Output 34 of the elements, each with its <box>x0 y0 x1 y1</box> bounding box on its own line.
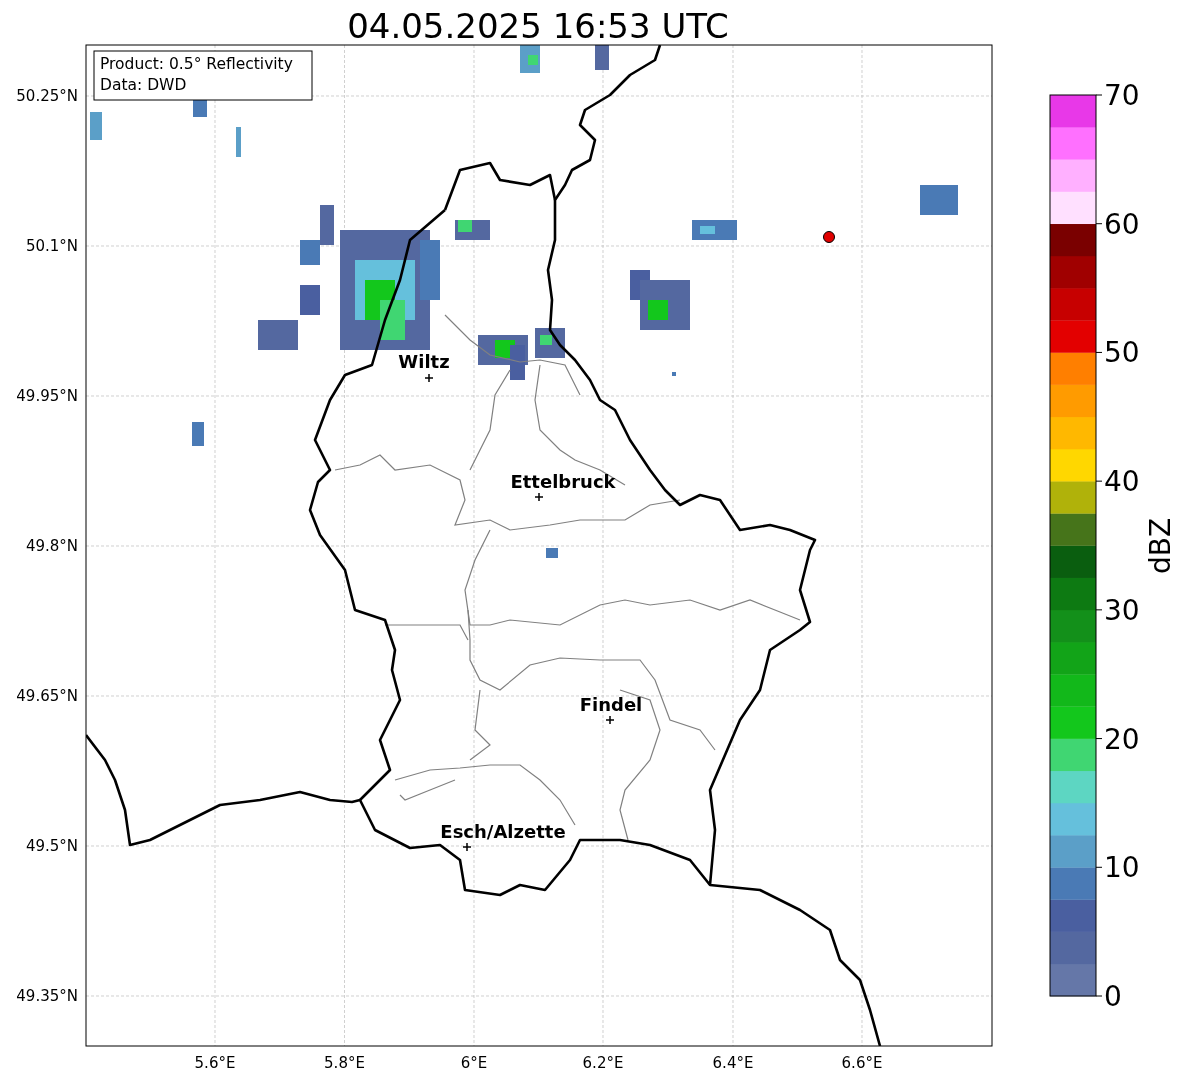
city-marker-icon <box>534 492 544 502</box>
axis-tick-label: 50.25°N <box>16 87 78 105</box>
axis-tick-label: 5.6°E <box>194 1054 236 1072</box>
colorbar-tick-label: 60 <box>1104 207 1140 241</box>
colorbar-tick-label: 50 <box>1104 336 1140 370</box>
axis-tick-label: 49.65°N <box>16 687 78 705</box>
axis-tick-label: 6°E <box>460 1054 488 1072</box>
city-label: Findel <box>579 694 643 715</box>
city-marker-icon <box>424 373 434 383</box>
colorbar-tick-label: 20 <box>1104 722 1140 756</box>
axis-tick-label: 49.8°N <box>25 537 78 555</box>
axis-tick-label: 6.6°E <box>841 1054 883 1072</box>
colorbar-tick-label: 30 <box>1104 593 1140 627</box>
city-label: Esch/Alzette <box>440 821 566 842</box>
axis-tick-label: 6.2°E <box>582 1054 624 1072</box>
city-marker-icon <box>462 842 472 852</box>
radar-site-marker-icon <box>823 231 835 243</box>
city-label: Ettelbruck <box>510 471 616 492</box>
info-text: Data: DWD <box>100 76 187 94</box>
colorbar-tick-label: 40 <box>1104 465 1140 499</box>
colorbar-label: dBZ <box>1144 517 1177 575</box>
axis-tick-label: 49.35°N <box>16 987 78 1005</box>
axis-tick-label: 5.8°E <box>324 1054 365 1072</box>
colorbar-tick-label: 70 <box>1104 79 1140 112</box>
axis-tick-label: 49.5°N <box>25 837 78 855</box>
chart-title: 04.05.2025 16:53 UTC <box>347 6 729 46</box>
city-marker-icon <box>605 715 615 725</box>
axis-tick-label: 49.95°N <box>16 387 78 405</box>
city-label: Wiltz <box>398 351 450 372</box>
colorbar-tick-label: 10 <box>1104 851 1140 885</box>
axis-tick-label: 6.4°E <box>712 1054 754 1072</box>
axis-tick-label: 50.1°N <box>25 237 78 255</box>
info-text: Product: 0.5° Reflectivity <box>100 55 293 73</box>
colorbar-tick-label: 0 <box>1104 980 1122 1013</box>
